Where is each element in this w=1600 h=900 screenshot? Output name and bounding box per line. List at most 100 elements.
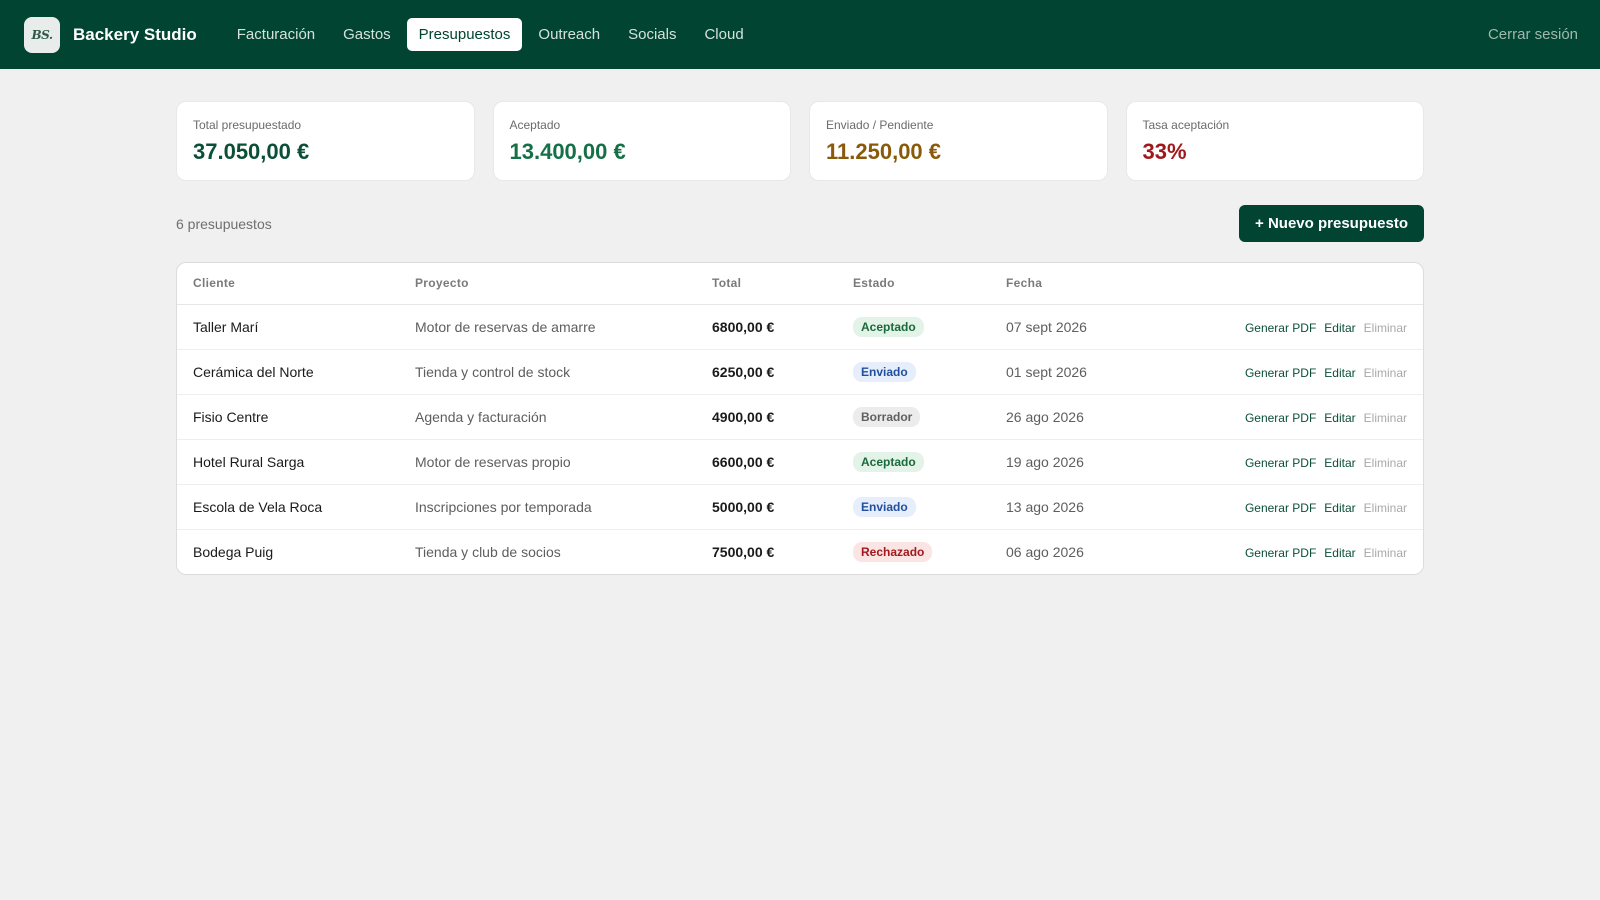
kpi-tasa-aceptacion: Tasa aceptación 33% [1125, 101, 1424, 181]
cell-actions: Generar PDF Editar Eliminar [1145, 439, 1423, 485]
list-toolbar: 6 presupuestos + Nuevo presupuesto [176, 205, 1424, 242]
edit-button[interactable]: Editar [1324, 321, 1355, 335]
cell-cliente: Taller Marí [177, 304, 399, 350]
cell-actions: Generar PDF Editar Eliminar [1145, 394, 1423, 440]
logout-link[interactable]: Cerrar sesión [1488, 26, 1578, 43]
cell-total: 6600,00 € [696, 439, 837, 485]
nav-presupuestos[interactable]: Presupuestos [406, 18, 523, 51]
cell-estado: Borrador [837, 394, 990, 440]
status-badge: Aceptado [853, 451, 924, 472]
kpi-aceptado: Aceptado 13.400,00 € [492, 101, 791, 181]
top-navbar: BS. Backery Studio Facturación Gastos Pr… [0, 0, 1600, 69]
cell-estado: Rechazado [837, 529, 990, 574]
cell-fecha: 19 ago 2026 [990, 439, 1146, 485]
delete-button[interactable]: Eliminar [1364, 411, 1407, 425]
kpi-label: Tasa aceptación [1142, 118, 1230, 132]
cell-proyecto: Motor de reservas propio [399, 439, 696, 485]
nav-outreach[interactable]: Outreach [526, 18, 612, 51]
status-badge: Enviado [853, 361, 916, 382]
edit-button[interactable]: Editar [1324, 456, 1355, 470]
cell-fecha: 13 ago 2026 [990, 484, 1146, 530]
cell-fecha: 01 sept 2026 [990, 349, 1146, 395]
delete-button[interactable]: Eliminar [1364, 501, 1407, 515]
edit-button[interactable]: Editar [1324, 366, 1355, 380]
table-row[interactable]: Hotel Rural Sarga Motor de reservas propi… [177, 439, 1423, 485]
cell-estado: Enviado [837, 349, 990, 395]
cell-estado: Aceptado [837, 304, 990, 350]
cell-estado: Aceptado [837, 439, 990, 485]
status-badge: Aceptado [853, 316, 924, 337]
table-row[interactable]: Escola de Vela Roca Inscripciones por tem… [177, 484, 1423, 530]
table-row[interactable]: Fisio Centre Agenda y facturación 4900,00 … [177, 394, 1423, 440]
cell-total: 5000,00 € [696, 484, 837, 530]
table-row[interactable]: Bodega Puig Tienda y club de socios 7500,0… [177, 529, 1423, 574]
cell-proyecto: Motor de reservas de amarre [399, 304, 696, 350]
table-row[interactable]: Cerámica del Norte Tienda y control de st… [177, 349, 1423, 395]
column-header-proyecto: Proyecto [399, 263, 696, 305]
cell-proyecto: Tienda y control de stock [399, 349, 696, 395]
table-header-row: Cliente Proyecto Total Estado Fecha [177, 263, 1423, 305]
main-content: Total presupuestado 37.050,00 € Aceptado… [176, 69, 1424, 575]
nav-facturacion[interactable]: Facturación [225, 18, 327, 51]
generate-pdf-button[interactable]: Generar PDF [1245, 411, 1316, 425]
generate-pdf-button[interactable]: Generar PDF [1245, 546, 1316, 560]
cell-cliente: Bodega Puig [193, 543, 274, 560]
cell-total: 6250,00 € [696, 349, 837, 395]
kpi-row: Total presupuestado 37.050,00 € Aceptado… [176, 101, 1424, 181]
delete-button[interactable]: Eliminar [1364, 456, 1407, 470]
column-header-fecha: Fecha [990, 263, 1146, 305]
cell-actions: Generar PDF Editar Eliminar [1145, 304, 1423, 350]
generate-pdf-button[interactable]: Generar PDF [1245, 321, 1316, 335]
edit-button[interactable]: Editar [1324, 546, 1355, 560]
nav-cloud[interactable]: Cloud [692, 18, 755, 51]
cell-total: 4900,00 € [696, 394, 837, 440]
column-header-cliente: Cliente [177, 263, 399, 305]
status-badge: Borrador [853, 406, 921, 427]
cell-cliente: Escola de Vela Roca [177, 484, 399, 530]
cell-fecha: 06 ago 2026 [1006, 543, 1084, 560]
kpi-value: 37.050,00 € [193, 139, 310, 164]
kpi-value: 11.250,00 € [826, 139, 942, 164]
brand-name[interactable]: Backery Studio [73, 25, 197, 45]
cell-total: 6800,00 € [696, 304, 837, 350]
cell-cliente: Fisio Centre [177, 394, 399, 440]
cell-estado: Enviado [837, 484, 990, 530]
status-badge: Enviado [853, 496, 916, 517]
kpi-value: 13.400,00 € [509, 139, 626, 164]
app-logo[interactable]: BS. [24, 16, 60, 53]
delete-button[interactable]: Eliminar [1364, 366, 1407, 380]
column-header-total: Total [696, 263, 837, 305]
kpi-label: Enviado / Pendiente [826, 118, 934, 132]
edit-button[interactable]: Editar [1324, 501, 1355, 515]
kpi-label: Aceptado [509, 118, 561, 132]
delete-button[interactable]: Eliminar [1364, 321, 1407, 335]
table-row[interactable]: Taller Marí Motor de reservas de amarre 68… [177, 304, 1423, 350]
edit-button[interactable]: Editar [1324, 411, 1355, 425]
nav-gastos[interactable]: Gastos [331, 18, 403, 51]
cell-fecha: 26 ago 2026 [990, 394, 1146, 440]
kpi-enviado-pendiente: Enviado / Pendiente 11.250,00 € [809, 101, 1108, 181]
logo-text: BS. [31, 27, 53, 42]
cell-total: 7500,00 € [712, 543, 775, 560]
quotes-table-card: Cliente Proyecto Total Estado Fecha Tall… [176, 262, 1424, 575]
kpi-total-presupuestado: Total presupuestado 37.050,00 € [176, 101, 475, 181]
status-badge: Rechazado [853, 541, 933, 562]
generate-pdf-button[interactable]: Generar PDF [1245, 456, 1316, 470]
quote-count: 6 presupuestos [176, 215, 272, 232]
column-header-actions [1145, 263, 1423, 305]
cell-actions: Generar PDF Editar Eliminar [1145, 349, 1423, 395]
cell-actions: Generar PDF Editar Eliminar [1145, 529, 1423, 574]
cell-cliente: Hotel Rural Sarga [177, 439, 399, 485]
generate-pdf-button[interactable]: Generar PDF [1245, 501, 1316, 515]
main-nav: Facturación Gastos Presupuestos Outreach… [225, 18, 756, 51]
nav-socials[interactable]: Socials [616, 18, 688, 51]
delete-button[interactable]: Eliminar [1364, 546, 1407, 560]
cell-proyecto: Tienda y club de socios [415, 543, 561, 560]
cell-fecha: 07 sept 2026 [990, 304, 1146, 350]
quotes-table: Cliente Proyecto Total Estado Fecha Tall… [177, 263, 1423, 574]
kpi-label: Total presupuestado [193, 118, 302, 132]
cell-proyecto: Inscripciones por temporada [399, 484, 696, 530]
cell-cliente: Cerámica del Norte [177, 349, 399, 395]
new-quote-button[interactable]: + Nuevo presupuesto [1239, 205, 1424, 242]
generate-pdf-button[interactable]: Generar PDF [1245, 366, 1316, 380]
